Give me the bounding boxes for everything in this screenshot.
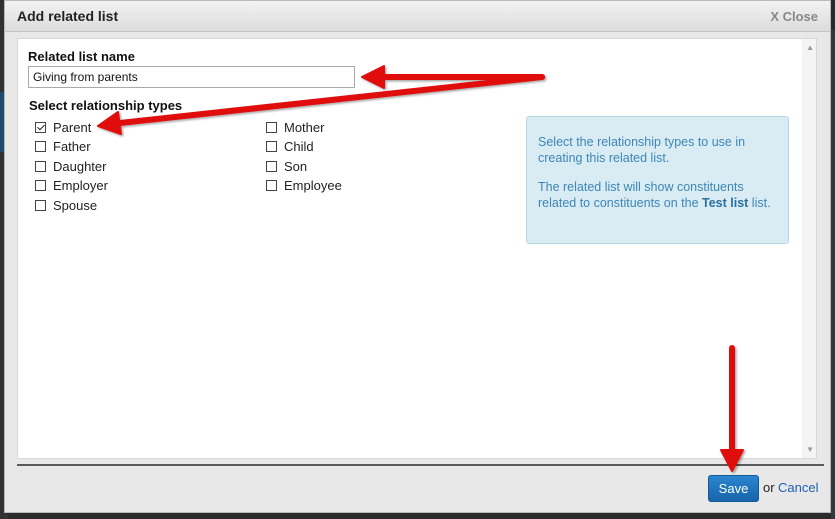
add-related-list-dialog: Add related list X Close Related list na… xyxy=(4,0,831,513)
related-list-name-label: Related list name xyxy=(28,49,135,64)
parent-checkbox[interactable] xyxy=(35,121,46,133)
background-page-right xyxy=(831,30,835,519)
related-list-name-input[interactable] xyxy=(28,66,355,88)
or-text: or xyxy=(763,480,775,495)
save-button[interactable]: Save xyxy=(708,475,759,502)
help-info-box: Select the relationship types to use in … xyxy=(526,116,789,244)
option-label: Daughter xyxy=(53,158,107,174)
employee-checkbox[interactable] xyxy=(266,179,277,191)
relationship-types-label: Select relationship types xyxy=(29,98,183,113)
father-checkbox[interactable] xyxy=(35,140,46,152)
daughter-checkbox[interactable] xyxy=(35,160,46,172)
relationship-option-son[interactable]: Son xyxy=(266,157,307,175)
relationship-option-spouse[interactable]: Spouse xyxy=(35,196,97,214)
option-label: Parent xyxy=(53,119,92,135)
option-label: Son xyxy=(284,158,308,174)
spouse-checkbox[interactable] xyxy=(35,199,46,211)
option-label: Spouse xyxy=(53,197,98,213)
option-label: Child xyxy=(284,138,314,154)
option-label: Mother xyxy=(284,119,325,135)
help-text-1: Select the relationship types to use in … xyxy=(538,135,746,165)
dialog-content: Related list name Select relationship ty… xyxy=(17,38,817,459)
mother-checkbox[interactable] xyxy=(266,121,277,133)
relationship-option-parent[interactable]: Parent xyxy=(35,118,91,136)
relationship-option-child[interactable]: Child xyxy=(266,137,314,155)
close-button[interactable]: X Close xyxy=(770,9,818,24)
help-text-2: The related list will show constituents … xyxy=(538,179,778,211)
list-name-text: Test list xyxy=(702,196,749,210)
help-text-2-suffix: list. xyxy=(748,196,771,210)
relationship-option-employee[interactable]: Employee xyxy=(266,176,342,194)
option-label: Father xyxy=(53,138,91,154)
dialog-titlebar: Add related list X Close xyxy=(5,1,830,32)
relationship-option-employer[interactable]: Employer xyxy=(35,176,108,194)
scroll-down-icon[interactable]: ▼ xyxy=(806,445,814,454)
employer-checkbox[interactable] xyxy=(35,179,46,191)
relationship-option-daughter[interactable]: Daughter xyxy=(35,157,106,175)
dialog-title: Add related list xyxy=(17,8,119,24)
relationship-option-father[interactable]: Father xyxy=(35,137,91,155)
scroll-up-icon[interactable]: ▲ xyxy=(806,43,814,52)
content-scrollbar[interactable]: ▲ ▼ xyxy=(802,39,816,458)
relationship-option-mother[interactable]: Mother xyxy=(266,118,324,136)
footer-divider xyxy=(17,464,824,466)
cancel-link[interactable]: Cancel xyxy=(778,480,818,495)
option-label: Employer xyxy=(53,177,108,193)
child-checkbox[interactable] xyxy=(266,140,277,152)
option-label: Employee xyxy=(284,177,342,193)
son-checkbox[interactable] xyxy=(266,160,277,172)
